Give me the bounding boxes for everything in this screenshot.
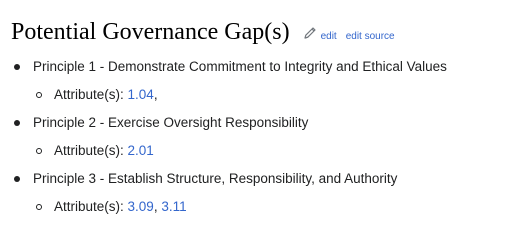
list-item: Principle 1 - Demonstrate Commitment to … [0,56,508,106]
attribute-link[interactable]: 3.09 [128,199,154,214]
principle-row: Principle 1 - Demonstrate Commitment to … [0,56,508,78]
pencil-icon[interactable] [302,25,318,41]
circle-bullet-icon [36,92,42,98]
bullet-icon [14,120,20,126]
principle-label: Principle 3 - Establish Structure, Respo… [33,171,398,186]
edit-link[interactable]: edit [321,31,337,42]
circle-bullet-icon [36,204,42,210]
principle-label: Principle 1 - Demonstrate Commitment to … [33,59,447,74]
page-title: Potential Governance Gap(s) [11,19,290,45]
list-item: Principle 3 - Establish Structure, Respo… [0,168,508,218]
bullet-icon [14,176,20,182]
attribute-link[interactable]: 2.01 [128,143,154,158]
attribute-link[interactable]: 1.04 [128,87,154,102]
section-heading: Potential Governance Gap(s) edit edit so… [11,17,395,47]
bullet-icon [14,64,20,70]
attribute-row: Attribute(s): 1.04, [0,84,508,106]
attribute-trailing: , [153,87,158,102]
principle-label: Principle 2 - Exercise Oversight Respons… [33,115,309,130]
list-item: Principle 2 - Exercise Oversight Respons… [0,112,508,162]
principle-row: Principle 3 - Establish Structure, Respo… [0,168,508,190]
principle-row: Principle 2 - Exercise Oversight Respons… [0,112,508,134]
attribute-row: Attribute(s): 2.01 [0,140,508,162]
attribute-link[interactable]: 3.11 [161,199,186,214]
attribute-prefix: Attribute(s): [54,87,128,102]
edit-source-link[interactable]: edit source [346,31,395,42]
attribute-prefix: Attribute(s): [54,143,128,158]
attribute-row: Attribute(s): 3.09, 3.11 [0,196,508,218]
circle-bullet-icon [36,148,42,154]
principles-list: Principle 1 - Demonstrate Commitment to … [0,56,508,218]
attribute-prefix: Attribute(s): [54,199,128,214]
